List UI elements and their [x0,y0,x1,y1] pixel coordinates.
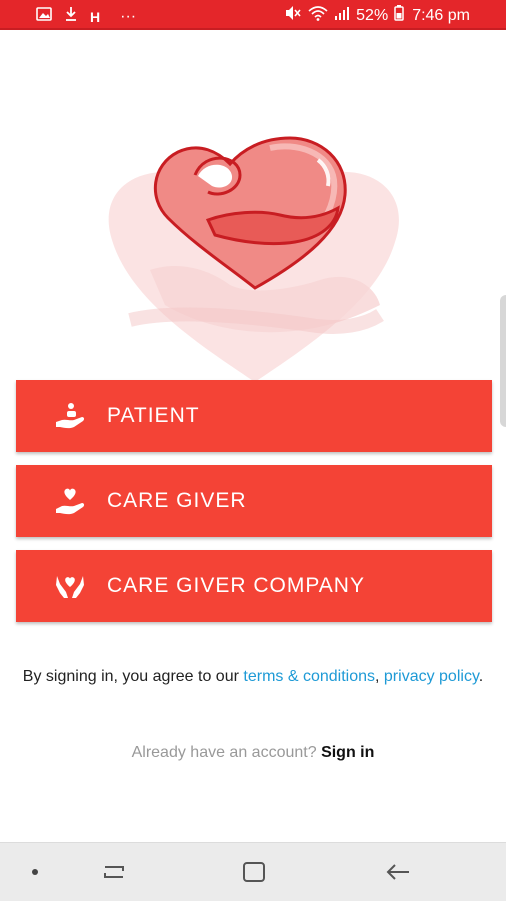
home-icon[interactable] [236,843,272,901]
battery-icon [394,5,404,26]
terms-suffix: . [478,668,484,685]
navigation-bar [0,842,506,901]
image-icon [36,7,52,26]
terms-notice: By signing in, you agree to our terms & … [20,664,486,690]
terms-prefix: By signing in, you agree to our [22,668,239,685]
mute-icon [284,5,302,26]
battery-percent: 52% [356,6,389,24]
patient-button-label: PATIENT [107,404,200,427]
edge-panel-handle[interactable] [500,295,506,427]
signin-row: Already have an account? Sign in [0,744,506,762]
wifi-icon [308,5,328,26]
status-bar: H ··· 52% 7:46 pm [0,0,506,30]
recent-apps-icon[interactable] [96,843,132,901]
network-type-indicator: H [90,8,101,25]
care-giver-button-label: CARE GIVER [107,489,247,512]
hand-with-heart-icon [54,485,86,517]
terms-separator: , [375,668,380,685]
hands-holding-heart-icon [54,570,86,602]
signin-link[interactable]: Sign in [321,744,374,761]
app-logo [90,120,420,382]
clock: 7:46 pm [412,6,470,24]
care-giver-company-button[interactable]: CARE GIVER COMPANY [16,550,492,622]
hand-with-pill-icon [54,400,86,432]
back-icon[interactable] [380,843,416,901]
dot-icon[interactable] [20,843,50,901]
care-giver-company-button-label: CARE GIVER COMPANY [107,574,365,597]
download-icon [64,6,78,27]
care-giver-button[interactable]: CARE GIVER [16,465,492,537]
privacy-policy-link[interactable]: privacy policy [384,668,479,685]
terms-link[interactable]: terms & conditions [243,668,375,685]
signal-icon [334,6,350,25]
more-notifications-icon: ··· [120,7,137,25]
patient-button[interactable]: PATIENT [16,380,492,452]
signin-prompt: Already have an account? [131,744,317,761]
